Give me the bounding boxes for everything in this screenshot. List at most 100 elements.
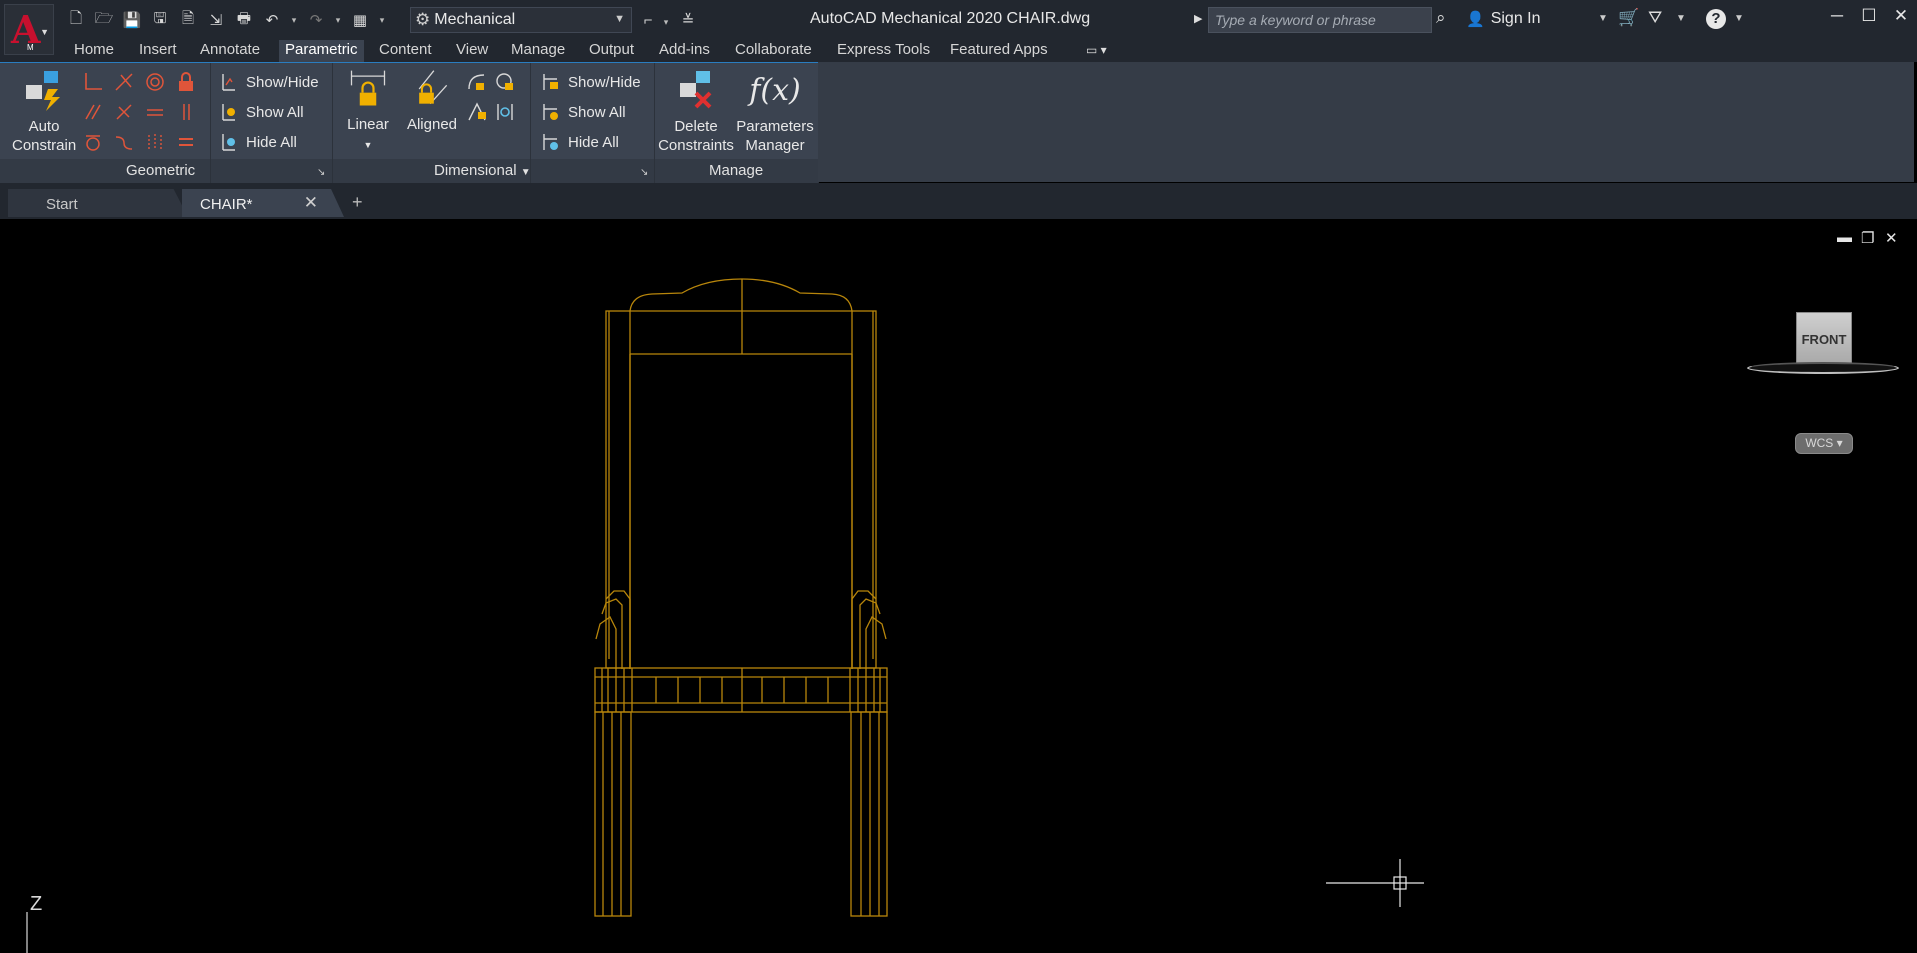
tab-chair[interactable]: CHAIR* ✕	[182, 189, 344, 217]
snap-dropdown-icon[interactable]: ▾	[660, 10, 672, 34]
chair-tab-label: CHAIR*	[200, 196, 253, 213]
chevron-down-icon: ▼	[520, 167, 531, 178]
tab-express-tools[interactable]: Express Tools	[831, 40, 936, 62]
dimensional-show-hide-button[interactable]: Show/Hide	[540, 71, 641, 93]
sign-in-button[interactable]: 👤 Sign In	[1466, 10, 1541, 28]
ribbon-empty-area	[818, 62, 1914, 182]
layout-icon[interactable]: ▦	[348, 8, 372, 32]
search-expand-icon[interactable]: ▶	[1194, 12, 1202, 25]
redo-icon[interactable]: ↷	[304, 8, 328, 32]
parallel-constraint-icon[interactable]	[82, 101, 104, 123]
snap-icon[interactable]: ⌐	[636, 8, 660, 32]
tab-home[interactable]: Home	[68, 40, 120, 62]
tab-collaborate[interactable]: Collaborate	[729, 40, 818, 62]
tab-add-ins[interactable]: Add-ins	[653, 40, 716, 62]
smooth-constraint-icon[interactable]	[113, 131, 135, 153]
tab-parametric[interactable]: Parametric	[279, 40, 364, 62]
geometric-show-hide-button[interactable]: Show/Hide	[218, 71, 319, 93]
params-label-2: Manager	[745, 137, 805, 154]
tab-featured-apps[interactable]: Featured Apps	[944, 40, 1054, 62]
maximize-icon[interactable]: ☐	[1854, 6, 1884, 26]
ribbon-minimize-icon[interactable]: ▭ ▾	[1086, 43, 1107, 57]
redo-dropdown-icon[interactable]: ▾	[332, 8, 344, 32]
viewcube-compass-ring[interactable]	[1747, 362, 1899, 374]
cart-icon[interactable]: 🛒	[1618, 8, 1639, 28]
concentric-constraint-icon[interactable]	[144, 71, 166, 93]
chevron-down-icon[interactable]: ▼	[1734, 13, 1744, 24]
tab-view[interactable]: View	[450, 40, 494, 62]
tab-start[interactable]: Start	[8, 189, 188, 217]
undo-dropdown-icon[interactable]: ▾	[288, 8, 300, 32]
panel-separator	[654, 63, 655, 183]
equal-constraint-icon[interactable]	[175, 131, 197, 153]
panel-separator	[332, 63, 333, 183]
geometric-panel-title: Geometric	[126, 162, 196, 179]
chevron-down-icon[interactable]: ▼	[1676, 13, 1686, 24]
show-hide-label: Show/Hide	[246, 73, 319, 91]
panel-launcher-icon[interactable]: ↘	[640, 167, 648, 178]
hide-all-label: Hide All	[246, 133, 297, 151]
close-icon[interactable]: ✕	[1886, 6, 1916, 26]
workspace-label: Mechanical	[434, 11, 516, 28]
auto-constrain-button[interactable]: Auto Constrain	[12, 69, 76, 155]
viewcube-front-face[interactable]: FRONT	[1796, 312, 1852, 366]
fix-constraint-icon[interactable]	[175, 71, 197, 93]
close-icon[interactable]: ✕	[304, 193, 318, 213]
save-icon[interactable]: 💾	[120, 8, 144, 32]
undo-icon[interactable]: ↶	[260, 8, 284, 32]
tab-annotate[interactable]: Annotate	[194, 40, 266, 62]
perpendicular-constraint-icon[interactable]	[113, 101, 135, 123]
new-tab-plus-icon[interactable]: +	[352, 192, 363, 213]
angular-dimension-icon[interactable]	[466, 101, 488, 123]
workspace-selector[interactable]: ⚙ Mechanical ▼	[410, 7, 632, 33]
export-icon[interactable]: ⇲	[204, 8, 228, 32]
delete-constraints-button[interactable]: Delete Constraints	[658, 69, 734, 155]
layout-dropdown-icon[interactable]: ▾	[376, 8, 388, 32]
symmetric-constraint-icon[interactable]	[144, 131, 166, 153]
geometric-show-all-button[interactable]: Show All	[218, 101, 304, 123]
wcs-menu-button[interactable]: WCS ▾	[1795, 433, 1853, 454]
save-as-icon[interactable]: 🖫	[148, 8, 172, 32]
plot-icon[interactable]: 🖶	[232, 8, 256, 32]
help-icon[interactable]: ?	[1706, 9, 1726, 29]
diameter-dimension-icon[interactable]	[494, 71, 516, 93]
chevron-down-icon: ▼	[363, 140, 373, 150]
parameters-manager-button[interactable]: f(x) Parameters Manager	[736, 69, 814, 155]
panel-title-bar	[0, 159, 818, 183]
ucs-z-axis-label: Z	[30, 893, 43, 915]
tangent-constraint-icon[interactable]	[82, 131, 104, 153]
tab-content[interactable]: Content	[373, 40, 438, 62]
tab-insert[interactable]: Insert	[133, 40, 183, 62]
tab-manage[interactable]: Manage	[505, 40, 571, 62]
coincident-constraint-icon[interactable]	[82, 71, 104, 93]
vertical-constraint-icon[interactable]	[175, 101, 197, 123]
new-file-icon[interactable]: 🗋	[64, 8, 88, 32]
convert-dimension-icon[interactable]	[494, 101, 516, 123]
application-menu-button[interactable]: A ▼ M	[4, 4, 54, 55]
tab-output[interactable]: Output	[583, 40, 640, 62]
drawing-canvas[interactable]: ▬ ❐ ✕ FRONT WCS ▾ Z	[6, 219, 1917, 953]
radial-dimension-icon[interactable]	[466, 71, 488, 93]
aligned-label: Aligned	[406, 116, 458, 133]
collinear-constraint-icon[interactable]	[113, 71, 135, 93]
aligned-dimension-button[interactable]: Aligned	[404, 67, 460, 134]
dimensional-panel-title[interactable]: Dimensional ▼	[434, 162, 531, 179]
open-folder-icon[interactable]: 🗁	[92, 8, 116, 32]
publish-icon[interactable]: 🗎	[176, 8, 200, 32]
minimize-icon[interactable]: ─	[1822, 6, 1852, 26]
panel-launcher-icon[interactable]: ↘	[317, 167, 325, 178]
geometric-hide-all-button[interactable]: Hide All	[218, 131, 297, 153]
delete-label-1: Delete	[674, 118, 718, 135]
dimensional-show-all-button[interactable]: Show All	[540, 101, 626, 123]
a360-icon[interactable]: ⛛	[1648, 8, 1662, 28]
linear-dimension-button[interactable]: Linear ▼	[344, 67, 392, 155]
customize-qat-icon[interactable]: ≚	[676, 8, 700, 32]
search-input[interactable]: Type a keyword or phrase	[1208, 7, 1432, 33]
auto-constrain-label-2: Constrain	[12, 137, 77, 154]
panel-separator	[210, 63, 211, 183]
chevron-down-icon[interactable]: ▼	[1598, 13, 1608, 24]
dimensional-hide-all-button[interactable]: Hide All	[540, 131, 619, 153]
linear-label: Linear	[347, 116, 389, 133]
binoculars-icon[interactable]: ⌕	[1436, 8, 1446, 28]
horizontal-constraint-icon[interactable]	[144, 101, 166, 123]
